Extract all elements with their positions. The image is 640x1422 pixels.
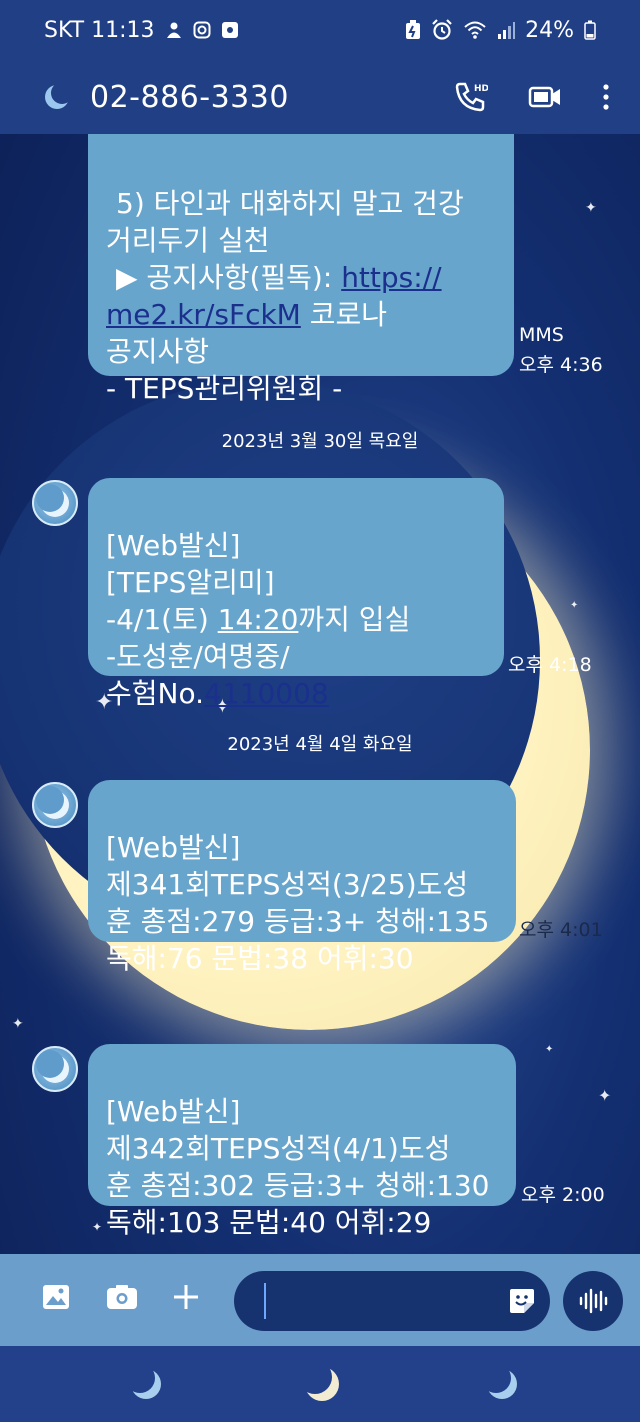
message-line: ▶ 공지사항(필독): — [116, 261, 342, 294]
sticker-icon[interactable] — [508, 1287, 536, 1315]
message-line: [TEPS알리미] — [106, 566, 275, 599]
message-time: 오후 4:36 — [519, 354, 603, 376]
moon-avatar-icon — [36, 484, 69, 517]
message-line: [Web발신] — [106, 1095, 241, 1128]
message-time: 오후 4:01 — [519, 919, 603, 941]
message-line: 거리두기 실천 — [106, 224, 270, 257]
message-line: 공지사항 — [106, 335, 210, 368]
message-line: 5) 타인과 대화하지 말고 건강 — [116, 187, 464, 220]
more-icon[interactable] — [602, 83, 610, 111]
message-bubble[interactable]: [Web발신] 제341회TEPS성적(3/25)도성 훈 총점:279 등급:… — [88, 780, 516, 975]
text-caret — [264, 1283, 266, 1319]
message-line: [Web발신] — [106, 529, 241, 562]
voice-button[interactable] — [563, 1271, 623, 1331]
moon-avatar-icon — [42, 82, 72, 112]
message-line: 제341회TEPS성적(3/25)도성 — [106, 868, 469, 901]
message-line: - TEPS관리위원회 - — [106, 372, 343, 405]
contact-avatar[interactable] — [32, 1046, 78, 1092]
message-type: MMS — [519, 324, 564, 346]
moon-nav-icon[interactable] — [302, 1364, 342, 1404]
status-bar: SKT 11:13 24% — [0, 0, 640, 60]
message-line: 독해:103 문법:40 어휘:29 — [106, 1206, 432, 1239]
message-line: 까지 입실 — [298, 603, 411, 636]
message-bubble[interactable]: [Web발신] [TEPS알리미] -4/1(토) 14:20까지 입실 -도성… — [88, 478, 504, 710]
conversation-header-overlay: 02-886-3330 HD — [0, 60, 640, 134]
message-line: -4/1(토) — [106, 603, 218, 636]
person-icon — [165, 21, 183, 39]
instagram-icon — [193, 21, 211, 39]
plus-icon[interactable] — [172, 1283, 200, 1311]
moon-nav-icon[interactable] — [484, 1366, 520, 1402]
moon-avatar-icon — [36, 1050, 69, 1083]
notice-link[interactable]: https:// — [341, 261, 441, 294]
call-hd-icon[interactable]: HD — [454, 80, 488, 114]
svg-text:HD: HD — [474, 84, 488, 94]
message-bubble[interactable]: 5) 타인과 대화하지 말고 건강 거리두기 실천 ▶ 공지사항(필독): ht… — [88, 104, 514, 405]
date-separator: 2023년 4월 4일 화요일 — [227, 734, 413, 755]
signal-icon — [497, 21, 516, 39]
message-line: 독해:76 문법:38 어휘:30 — [106, 942, 414, 975]
navigation-bar — [0, 1346, 640, 1422]
moon-nav-icon[interactable] — [128, 1366, 164, 1402]
time-link[interactable]: 14:20 — [218, 603, 299, 636]
moon-avatar-icon — [36, 786, 69, 819]
voice-icon — [578, 1288, 608, 1314]
message-bubble[interactable]: [Web발신] 제342회TEPS성적(4/1)도성 훈 총점:302 등급:3… — [88, 1044, 516, 1239]
contact-avatar[interactable] — [32, 480, 78, 526]
camera-icon[interactable] — [106, 1284, 138, 1310]
contact-avatar[interactable] — [32, 782, 78, 828]
message-line: [Web발신] — [106, 831, 241, 864]
battery-saver-icon — [405, 20, 421, 40]
message-line: -도성훈/여명중/ — [106, 640, 290, 673]
date-separator: 2023년 3월 30일 목요일 — [221, 431, 419, 452]
message-meta: MMS 오후 4:36 — [519, 320, 603, 380]
battery-icon — [584, 20, 596, 40]
message-input[interactable] — [234, 1271, 550, 1331]
message-time: 오후 2:00 — [521, 1184, 605, 1206]
wifi-icon — [463, 20, 487, 40]
battery-percent: 24% — [525, 17, 574, 43]
video-call-icon[interactable] — [528, 84, 562, 110]
contact-phone-number[interactable]: 02-886-3330 — [90, 80, 289, 115]
message-line: 코로나 — [300, 298, 388, 331]
carrier-time: SKT 11:13 — [44, 17, 155, 43]
message-line: 훈 총점:279 등급:3+ 청해:135 — [106, 905, 490, 938]
notice-link[interactable]: me2.kr/sFckM — [106, 298, 301, 331]
gallery-icon[interactable] — [42, 1284, 70, 1310]
number-link[interactable]: 4110008 — [204, 677, 329, 710]
alarm-icon — [431, 19, 453, 41]
message-line: 수험No. — [106, 677, 205, 710]
message-line: 훈 총점:302 등급:3+ 청해:130 — [106, 1169, 490, 1202]
message-time: 오후 4:18 — [508, 654, 592, 676]
app-icon — [221, 21, 239, 39]
message-line: 제342회TEPS성적(4/1)도성 — [106, 1132, 451, 1165]
